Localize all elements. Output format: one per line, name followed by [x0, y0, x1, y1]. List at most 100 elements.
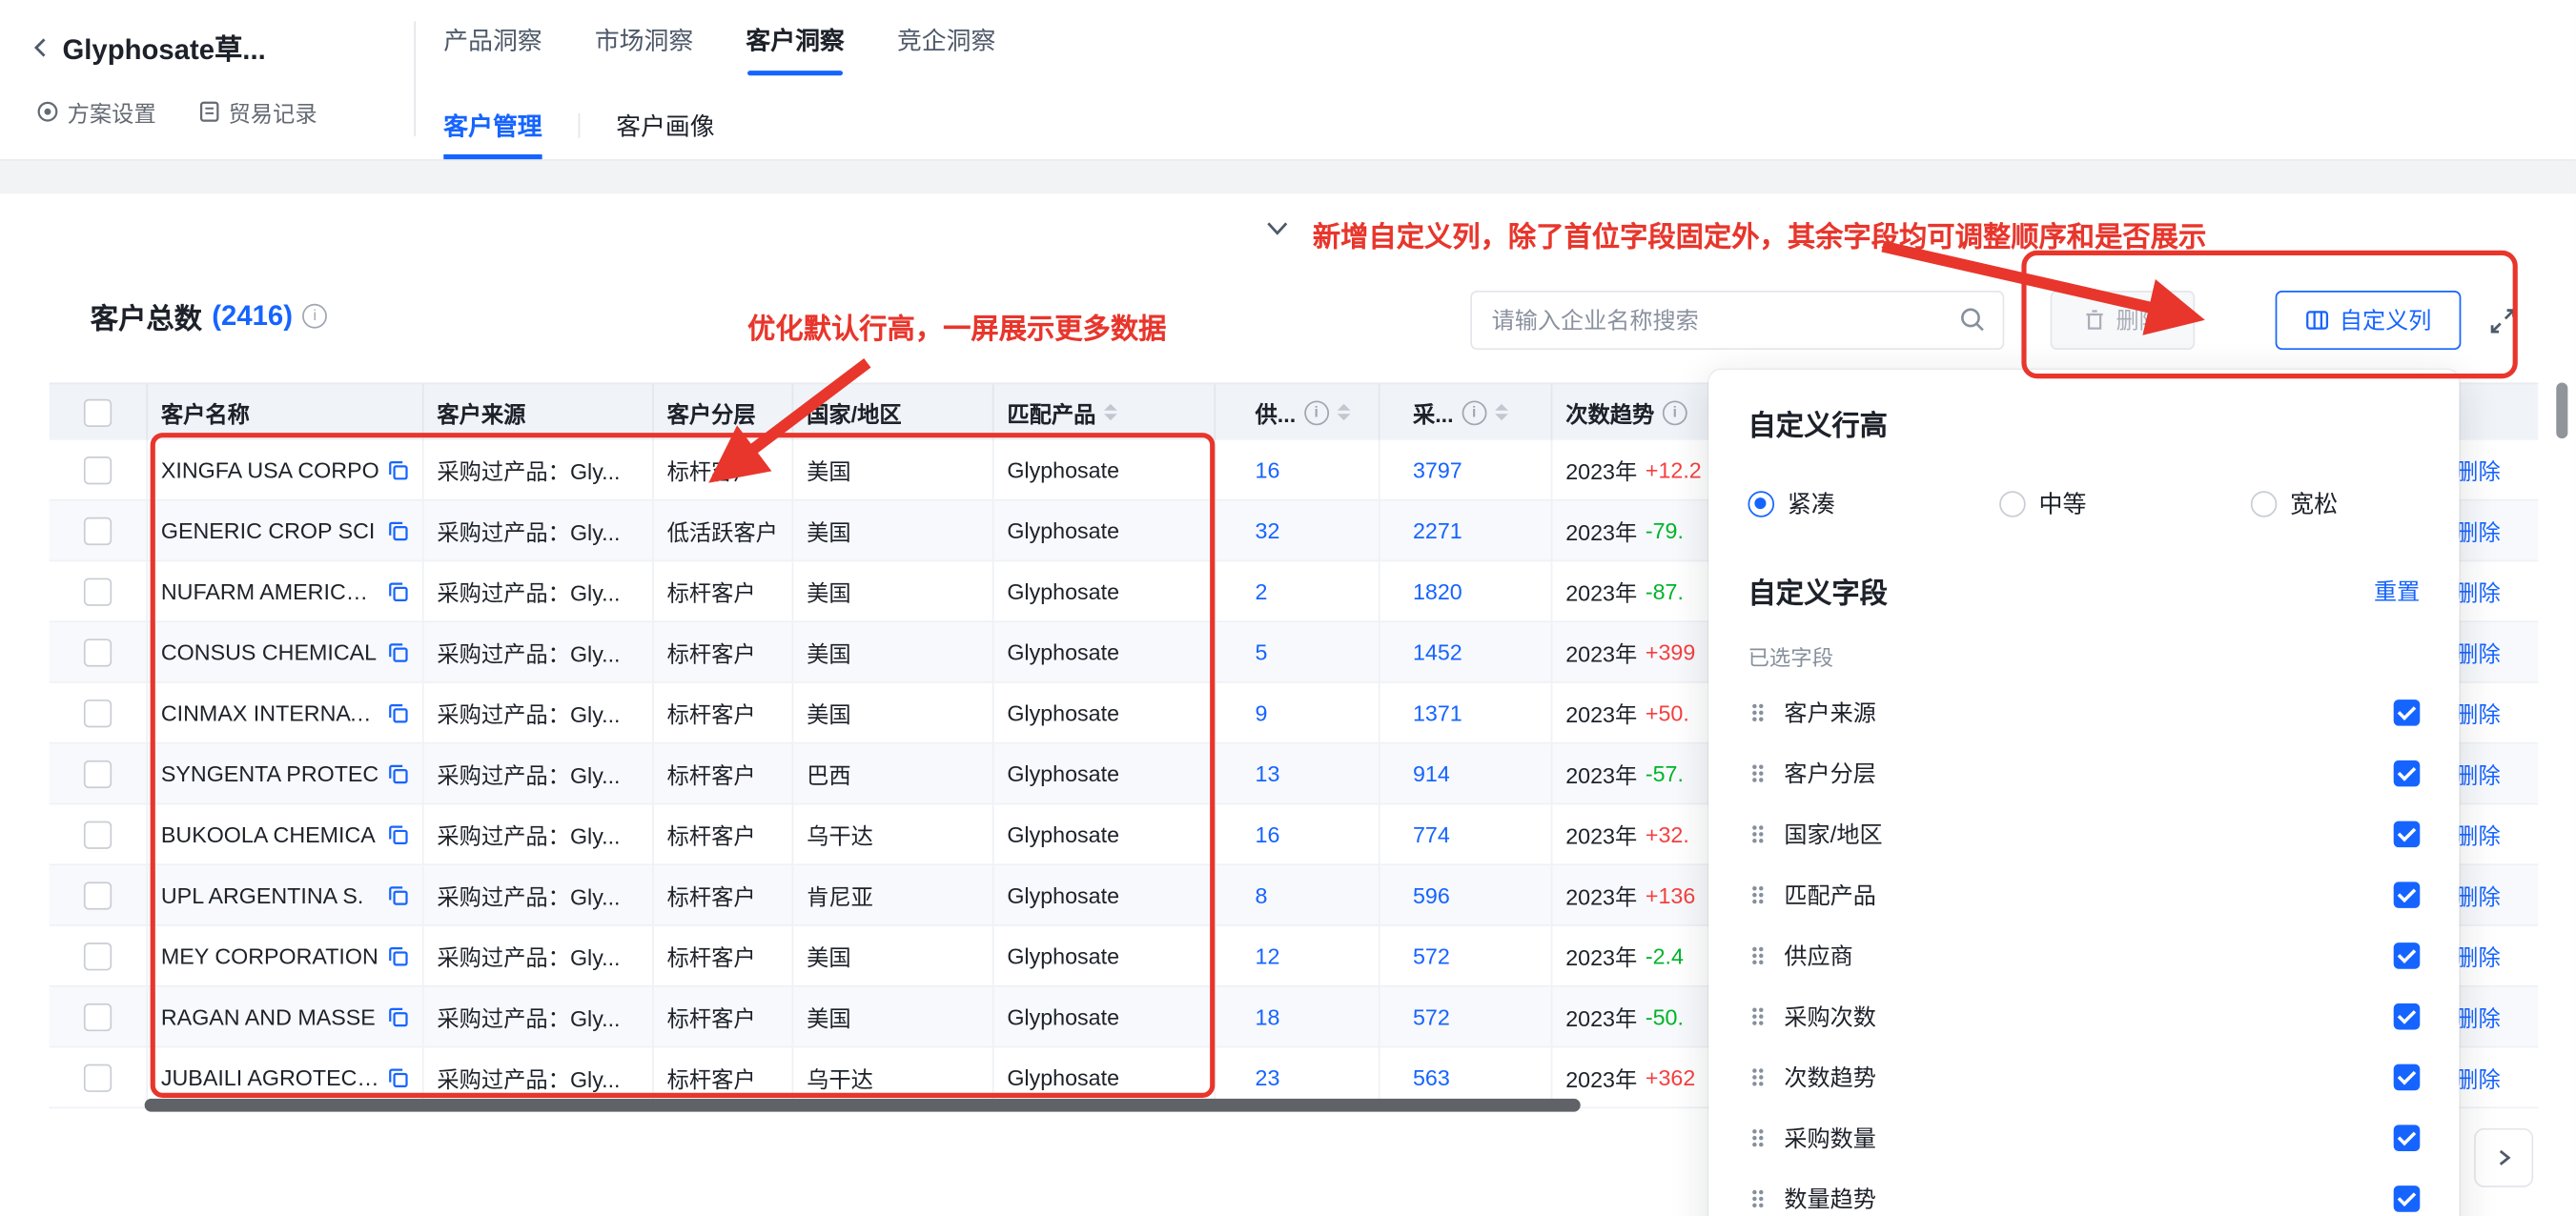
supplier-count-link[interactable]: 9: [1256, 700, 1268, 725]
row-checkbox[interactable]: [84, 942, 112, 969]
col-header-product[interactable]: 匹配产品: [994, 384, 1216, 440]
col-header-tier[interactable]: 客户分层: [654, 384, 793, 440]
col-header-source[interactable]: 客户来源: [424, 384, 654, 440]
copy-icon[interactable]: [388, 519, 409, 540]
select-all-checkbox[interactable]: [84, 398, 112, 426]
row-delete-link[interactable]: 删除: [2456, 757, 2501, 789]
drag-handle-icon[interactable]: [1748, 882, 1768, 905]
row-delete-link[interactable]: 删除: [2456, 1061, 2501, 1093]
row-delete-link[interactable]: 删除: [2456, 1000, 2501, 1032]
purchase-count-link[interactable]: 1452: [1413, 639, 1462, 664]
copy-icon[interactable]: [388, 762, 409, 783]
purchase-count-link[interactable]: 774: [1413, 821, 1450, 846]
next-page-button[interactable]: [2474, 1128, 2533, 1187]
copy-icon[interactable]: [388, 580, 409, 601]
copy-icon[interactable]: [388, 945, 409, 966]
customize-columns-button[interactable]: 自定义列: [2276, 291, 2462, 350]
row-delete-link[interactable]: 删除: [2456, 697, 2501, 729]
row-checkbox[interactable]: [84, 456, 112, 483]
copy-icon[interactable]: [388, 459, 409, 480]
row-checkbox[interactable]: [84, 821, 112, 848]
quick-link-trade-records[interactable]: 贸易记录: [199, 95, 317, 128]
field-checkbox[interactable]: [2394, 942, 2421, 968]
copy-icon[interactable]: [388, 1005, 409, 1026]
back-icon[interactable]: [30, 35, 52, 58]
row-delete-link[interactable]: 删除: [2456, 454, 2501, 486]
purchase-count-link[interactable]: 572: [1413, 1004, 1450, 1029]
row-checkbox[interactable]: [84, 638, 112, 665]
radio-icon[interactable]: [1999, 490, 2026, 517]
field-checkbox[interactable]: [2394, 1064, 2421, 1090]
row-checkbox[interactable]: [84, 699, 112, 726]
copy-icon[interactable]: [388, 884, 409, 905]
supplier-count-link[interactable]: 2: [1256, 578, 1268, 603]
quick-link-plan-settings[interactable]: 方案设置: [36, 95, 156, 128]
info-icon[interactable]: [1663, 400, 1687, 425]
supplier-count-link[interactable]: 18: [1256, 1004, 1280, 1029]
copy-icon[interactable]: [388, 1066, 409, 1087]
row-delete-link[interactable]: 删除: [2456, 818, 2501, 850]
vertical-scrollbar-thumb[interactable]: [2556, 383, 2567, 439]
radio-icon[interactable]: [1748, 490, 1774, 517]
field-checkbox[interactable]: [2394, 821, 2421, 847]
supplier-count-link[interactable]: 12: [1256, 943, 1280, 968]
row-checkbox[interactable]: [84, 881, 112, 908]
purchase-count-link[interactable]: 914: [1413, 761, 1450, 786]
supplier-count-link[interactable]: 16: [1256, 457, 1280, 482]
row-checkbox[interactable]: [84, 1064, 112, 1091]
supplier-count-link[interactable]: 13: [1256, 761, 1280, 786]
drag-handle-icon[interactable]: [1748, 761, 1768, 784]
reset-link[interactable]: 重置: [2374, 574, 2420, 606]
search-input[interactable]: [1470, 291, 2004, 350]
col-header-purchase[interactable]: 采...: [1380, 384, 1552, 440]
copy-icon[interactable]: [388, 823, 409, 844]
tab-product-insight[interactable]: 产品洞察: [443, 0, 542, 79]
supplier-count-link[interactable]: 5: [1256, 639, 1268, 664]
field-checkbox[interactable]: [2394, 881, 2421, 907]
copy-icon[interactable]: [388, 702, 409, 723]
field-checkbox[interactable]: [2394, 760, 2421, 786]
supplier-count-link[interactable]: 32: [1256, 518, 1280, 543]
collapse-chevron-icon[interactable]: [1265, 220, 1290, 236]
copy-icon[interactable]: [388, 641, 409, 662]
tab-customer-profile[interactable]: 客户画像: [616, 91, 714, 159]
purchase-count-link[interactable]: 572: [1413, 943, 1450, 968]
expand-icon[interactable]: [2487, 306, 2519, 337]
col-header-country[interactable]: 国家/地区: [793, 384, 993, 440]
field-checkbox[interactable]: [2394, 1003, 2421, 1029]
info-icon[interactable]: [1462, 400, 1486, 425]
row-delete-link[interactable]: 删除: [2456, 636, 2501, 668]
row-delete-link[interactable]: 删除: [2456, 575, 2501, 607]
drag-handle-icon[interactable]: [1748, 821, 1768, 844]
sort-icon[interactable]: [1495, 404, 1508, 420]
tab-customer-insight[interactable]: 客户洞察: [746, 0, 844, 79]
tab-competitor-insight[interactable]: 竞企洞察: [897, 0, 995, 79]
drag-handle-icon[interactable]: [1748, 1125, 1768, 1148]
purchase-count-link[interactable]: 2271: [1413, 518, 1462, 543]
purchase-count-link[interactable]: 3797: [1413, 457, 1462, 482]
tab-market-insight[interactable]: 市场洞察: [595, 0, 693, 79]
col-header-supplier[interactable]: 供...: [1216, 384, 1380, 440]
row-height-option[interactable]: 宽松: [2251, 486, 2338, 520]
field-checkbox[interactable]: [2394, 699, 2421, 725]
supplier-count-link[interactable]: 23: [1256, 1064, 1280, 1089]
field-checkbox[interactable]: [2394, 1125, 2421, 1151]
row-height-option[interactable]: 紧凑: [1748, 486, 1834, 520]
drag-handle-icon[interactable]: [1748, 1004, 1768, 1027]
drag-handle-icon[interactable]: [1748, 700, 1768, 723]
purchase-count-link[interactable]: 596: [1413, 882, 1450, 907]
purchase-count-link[interactable]: 1820: [1413, 578, 1462, 603]
row-checkbox[interactable]: [84, 578, 112, 605]
row-height-option[interactable]: 中等: [1999, 486, 2086, 520]
row-checkbox[interactable]: [84, 517, 112, 544]
supplier-count-link[interactable]: 8: [1256, 882, 1268, 907]
search-icon[interactable]: [1958, 306, 1986, 334]
row-delete-link[interactable]: 删除: [2456, 514, 2501, 546]
row-checkbox[interactable]: [84, 760, 112, 787]
sort-icon[interactable]: [1337, 404, 1350, 420]
row-delete-link[interactable]: 删除: [2456, 879, 2501, 911]
col-header-name[interactable]: 客户名称: [148, 384, 423, 440]
horizontal-scrollbar-thumb[interactable]: [145, 1099, 1581, 1112]
field-checkbox[interactable]: [2394, 1185, 2421, 1211]
row-checkbox[interactable]: [84, 1003, 112, 1030]
